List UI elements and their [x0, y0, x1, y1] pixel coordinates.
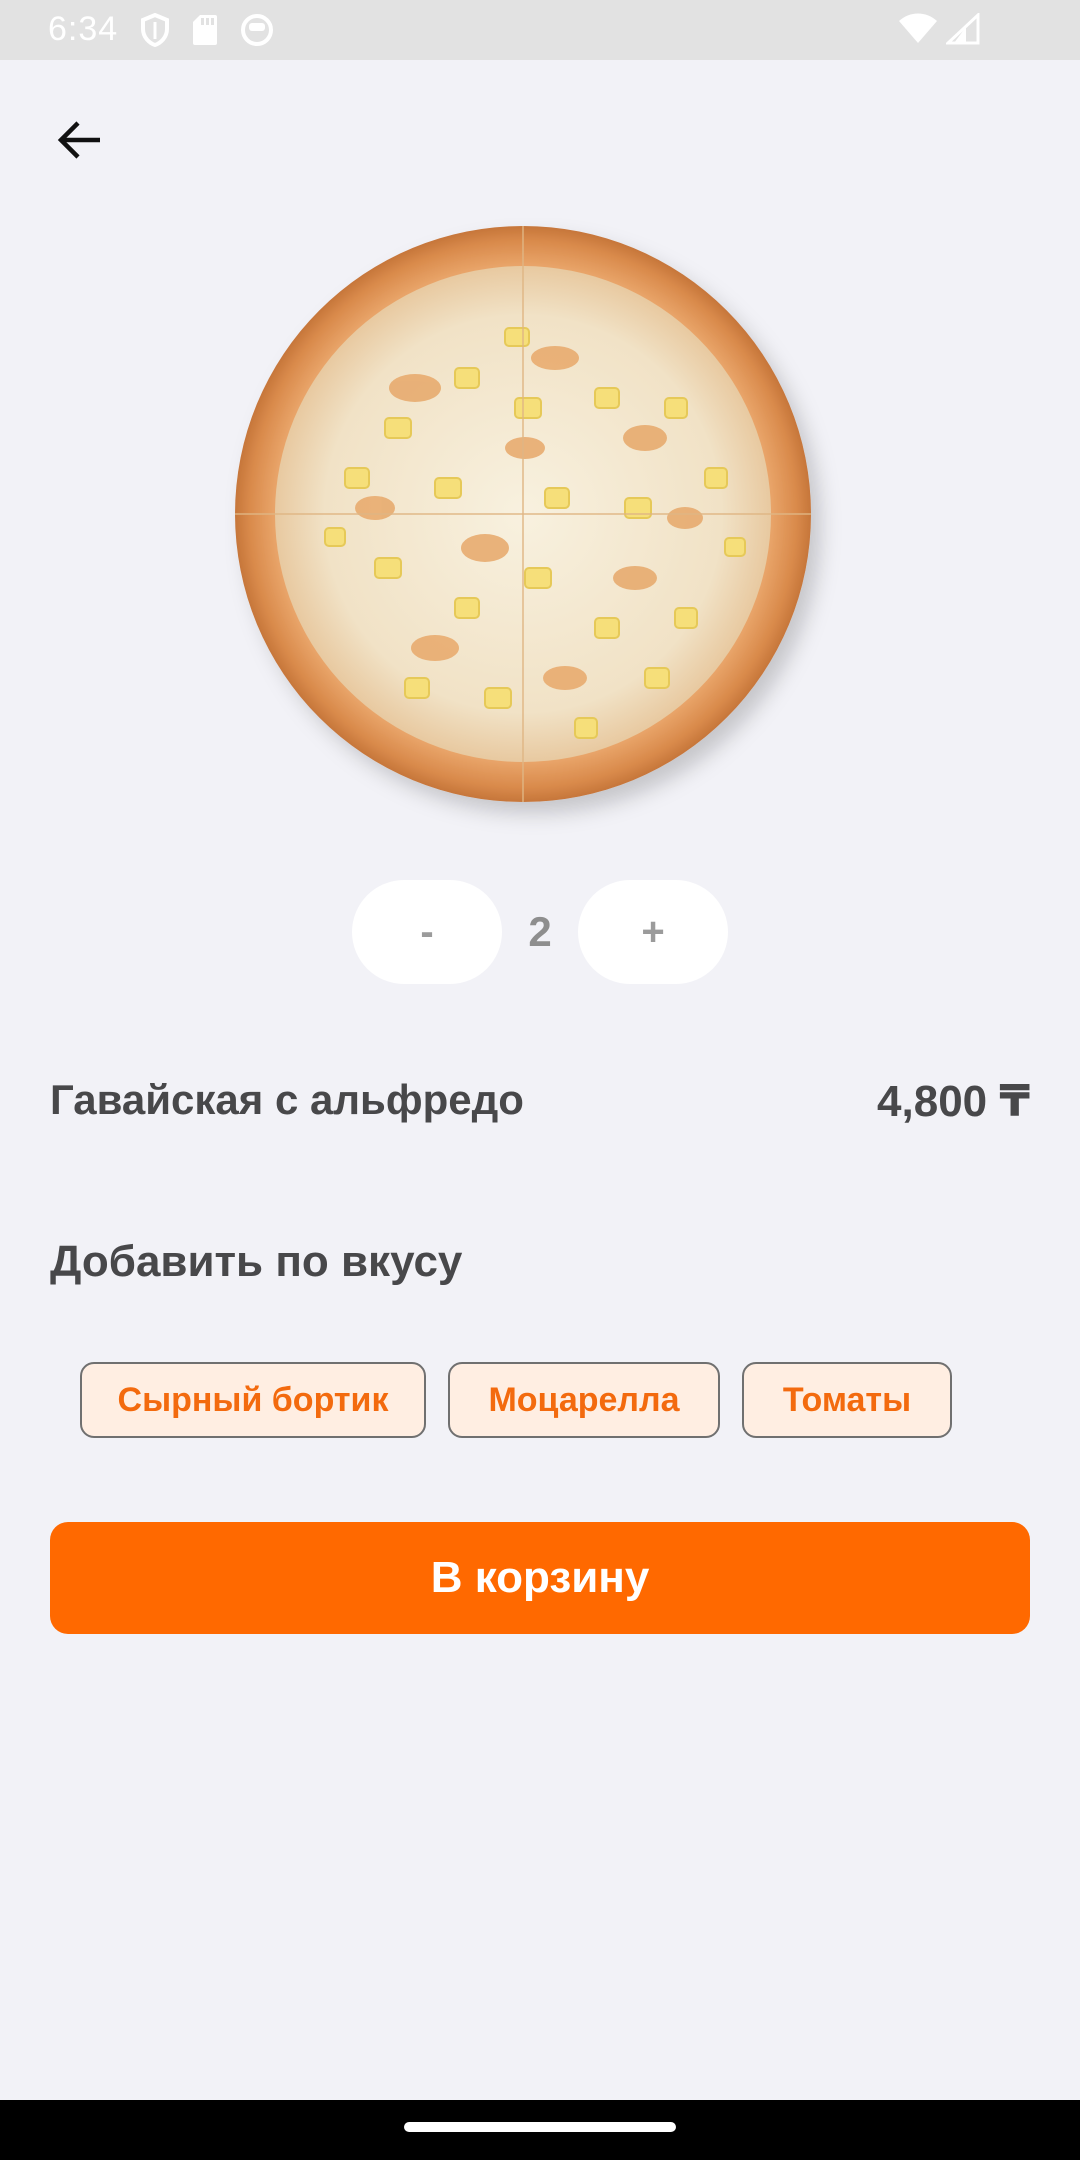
shield-icon	[140, 13, 170, 47]
increment-button[interactable]: +	[578, 880, 728, 984]
face-icon	[240, 13, 274, 47]
topping-chip-tomatoes[interactable]: Томаты	[742, 1362, 952, 1438]
sd-card-icon	[192, 14, 218, 46]
wifi-icon	[898, 13, 938, 45]
status-icons-left	[140, 13, 274, 47]
toppings-title: Добавить по вкусу	[50, 1237, 463, 1286]
status-time: 6:34	[48, 10, 119, 48]
back-button[interactable]	[40, 100, 120, 180]
toppings-list: Сырный бортик Моцарелла Томаты	[80, 1362, 952, 1438]
quantity-stepper: - 2 +	[352, 880, 728, 984]
product-price: 4,800 ₸	[877, 1077, 1030, 1126]
add-to-cart-button[interactable]: В корзину	[50, 1522, 1030, 1634]
topping-chip-mozzarella[interactable]: Моцарелла	[448, 1362, 720, 1438]
arrow-left-icon	[56, 118, 104, 162]
decrement-button[interactable]: -	[352, 880, 502, 984]
signal-icon	[946, 13, 980, 45]
quantity-value: 2	[528, 908, 552, 955]
topping-chip-cheese-crust[interactable]: Сырный бортик	[80, 1362, 426, 1438]
status-icons-right	[898, 13, 980, 45]
status-bar: 6:34	[0, 0, 1080, 60]
pizza-image	[225, 218, 845, 838]
product-name: Гавайская с альфредо	[50, 1076, 524, 1123]
home-indicator[interactable]	[404, 2122, 676, 2132]
